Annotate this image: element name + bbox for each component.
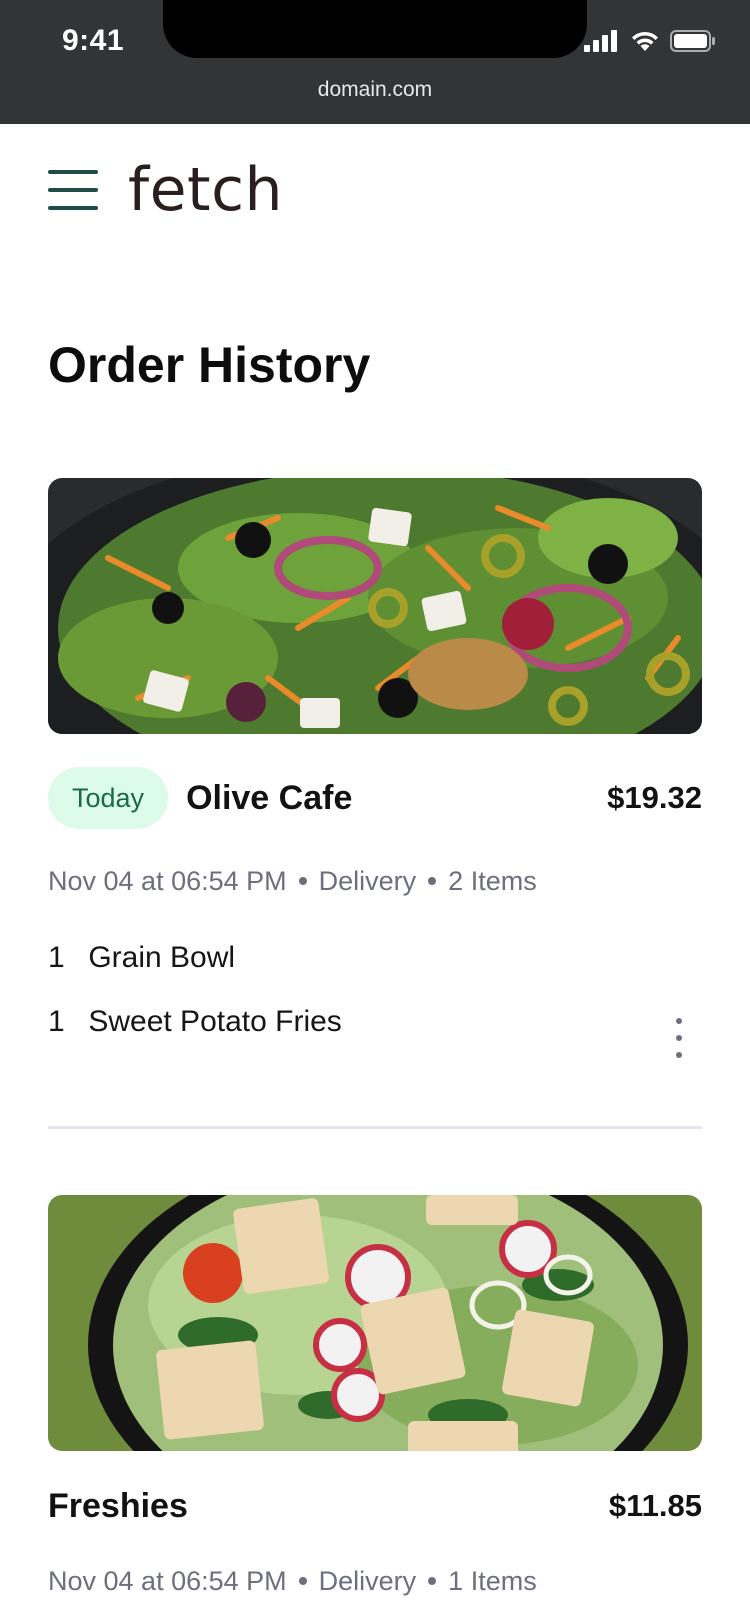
order-summary-row: Today Olive Cafe $19.32 (48, 766, 702, 830)
list-item: 1 Sweet Potato Fries (48, 990, 702, 1054)
app-header: fetch (48, 155, 283, 225)
order-price: $19.32 (607, 780, 702, 815)
salad-photo-pita (48, 1195, 702, 1451)
item-quantity: 1 (48, 1005, 65, 1038)
separator-dot (298, 876, 307, 885)
separator-dot (298, 1576, 307, 1585)
status-badge: Today (48, 767, 169, 829)
wifi-icon (632, 31, 658, 51)
address-bar-url[interactable]: domain.com (0, 78, 750, 102)
menu-line (48, 188, 98, 192)
restaurant-name[interactable]: Olive Cafe (186, 779, 352, 818)
order-date: Nov 04 at 06:54 PM (48, 866, 287, 896)
restaurant-name[interactable]: Freshies (48, 1487, 188, 1526)
order-item-count: 2 Items (448, 866, 537, 896)
order-summary-row: Freshies $11.85 (48, 1474, 702, 1538)
item-name: Grain Bowl (88, 941, 236, 974)
separator-dot (428, 1576, 437, 1585)
dot (676, 1035, 682, 1041)
status-bar: 9:41 domain.com (0, 0, 750, 124)
page-title: Order History (48, 337, 371, 393)
order-image[interactable] (48, 1195, 702, 1451)
device-notch (163, 0, 587, 58)
menu-line (48, 206, 98, 210)
divider (48, 1126, 702, 1129)
more-options-icon[interactable] (664, 1018, 694, 1058)
item-name: Sweet Potato Fries (88, 1005, 342, 1038)
salad-photo-olives (48, 478, 702, 734)
order-method: Delivery (318, 1566, 417, 1596)
order-method: Delivery (318, 866, 417, 896)
cellular-signal-icon (584, 30, 617, 52)
order-meta: Nov 04 at 06:54 PM Delivery 2 Items (48, 866, 537, 897)
menu-line (48, 170, 98, 174)
order-item-count: 1 Items (448, 1566, 537, 1596)
order-meta: Nov 04 at 06:54 PM Delivery 1 Items (48, 1566, 537, 1597)
dot (676, 1052, 682, 1058)
list-item: 1 Grain Bowl (48, 926, 702, 990)
dot (676, 1018, 682, 1024)
order-image[interactable] (48, 478, 702, 734)
order-price: $11.85 (608, 1488, 702, 1523)
status-time: 9:41 (62, 24, 125, 57)
order-date: Nov 04 at 06:54 PM (48, 1566, 287, 1596)
separator-dot (428, 876, 437, 885)
battery-icon (670, 30, 715, 52)
brand-logo[interactable]: fetch (128, 155, 283, 225)
hamburger-menu-icon[interactable] (48, 170, 98, 210)
status-icons (584, 30, 716, 52)
item-quantity: 1 (48, 941, 65, 974)
order-items-list: 1 Grain Bowl 1 Sweet Potato Fries (48, 926, 702, 1054)
